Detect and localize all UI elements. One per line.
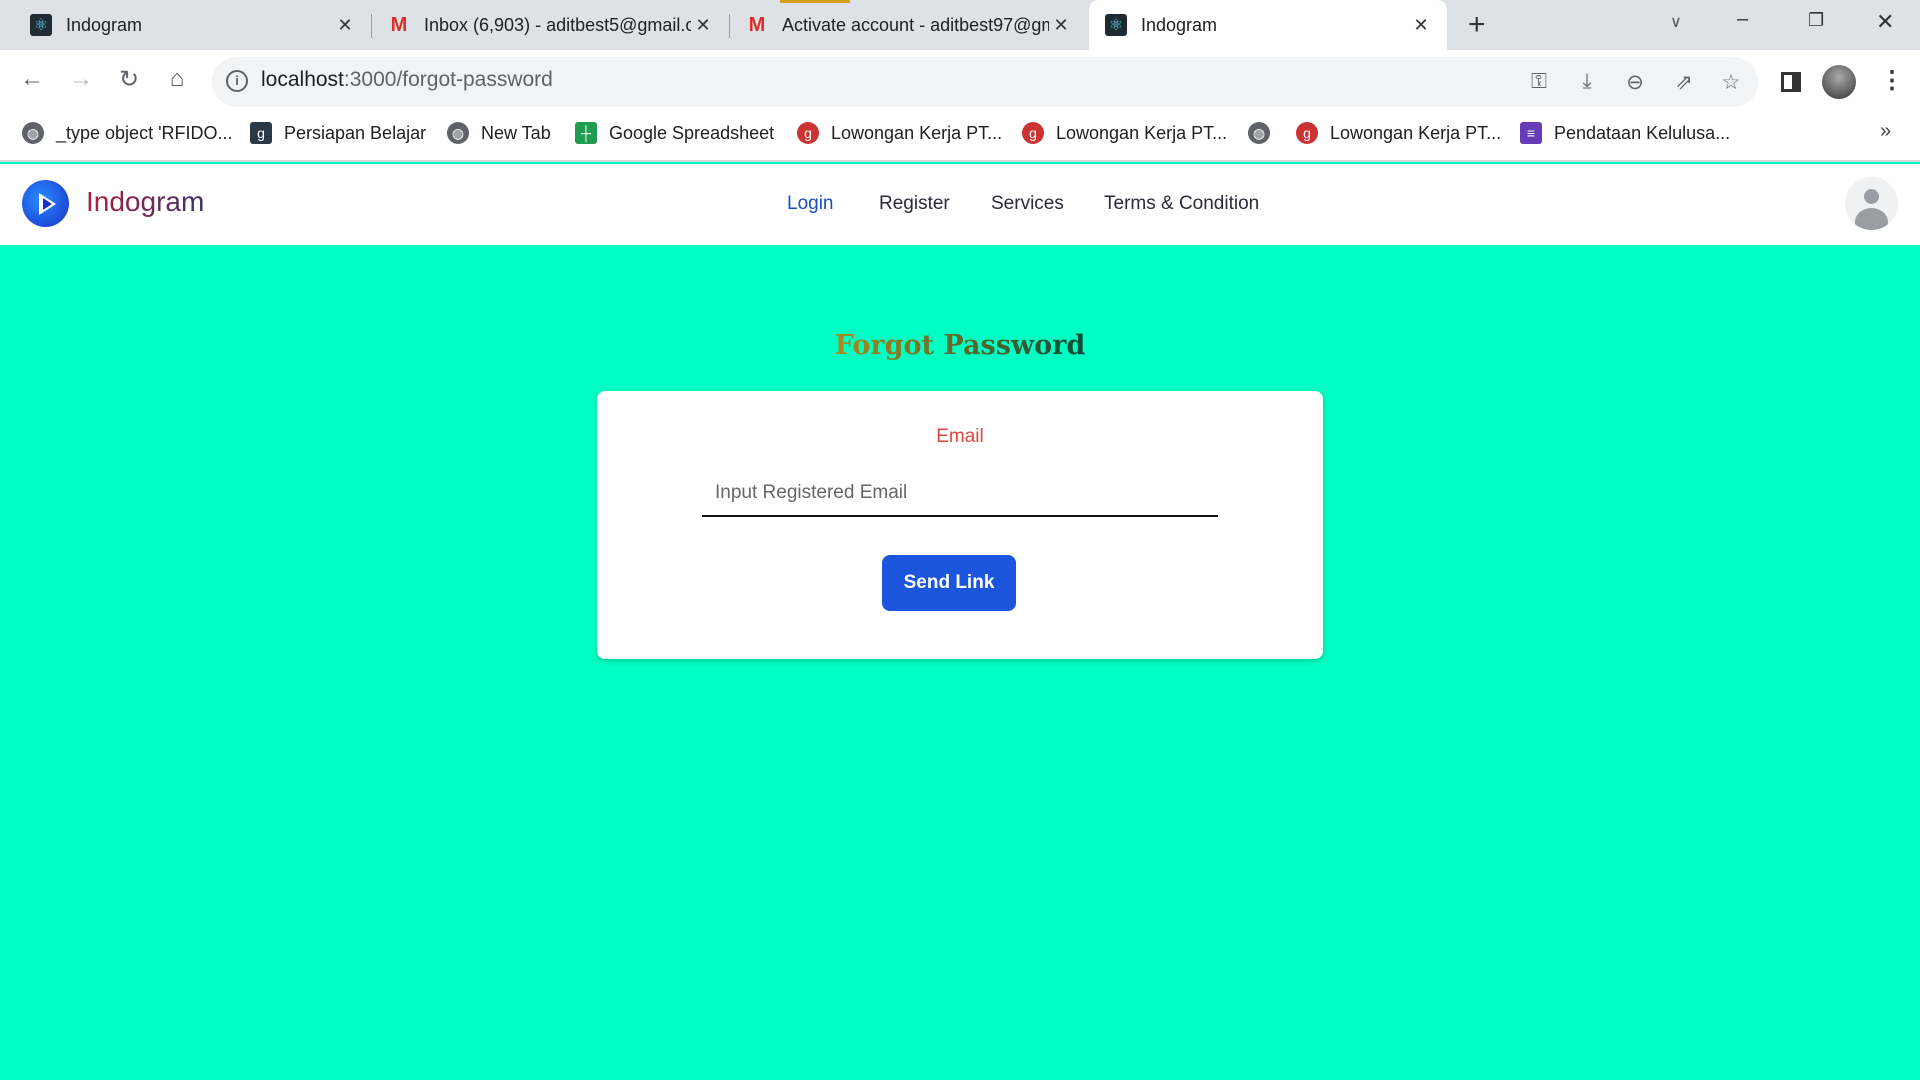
bookmark-item[interactable]: g Lowongan Kerja PT... — [797, 122, 1002, 144]
site-info-icon[interactable]: i — [226, 70, 248, 92]
nav-register[interactable]: Register — [879, 193, 950, 215]
sheets-icon: ┼ — [575, 122, 597, 144]
bookmark-item[interactable]: ┼ Google Spreadsheet — [575, 122, 774, 144]
bookmark-item[interactable]: g Lowongan Kerja PT... — [1022, 122, 1227, 144]
more-bookmarks-button[interactable]: » — [1880, 120, 1891, 143]
bookmark-label: Lowongan Kerja PT... — [1330, 122, 1502, 143]
password-key-icon[interactable]: ⚿ — [1525, 70, 1553, 94]
new-tab-button[interactable]: + — [1468, 8, 1486, 42]
close-tab-icon[interactable]: ✕ — [1049, 15, 1073, 36]
g-icon: g — [250, 122, 272, 144]
bookmark-label: Persiapan Belajar — [284, 122, 427, 143]
nav-services[interactable]: Services — [991, 193, 1064, 215]
bookmark-label: New Tab — [481, 122, 551, 143]
install-app-icon[interactable]: ⤓ — [1573, 70, 1601, 94]
home-icon[interactable]: ⌂ — [162, 65, 192, 93]
minimize-button[interactable]: – — [1737, 8, 1748, 31]
bookmark-item[interactable]: ◍ _type object 'RFIDO... — [22, 122, 233, 144]
bookmark-item[interactable]: g Persiapan Belajar — [250, 122, 426, 144]
close-tab-icon[interactable]: ✕ — [333, 15, 357, 36]
gmail-icon: M — [390, 13, 408, 36]
tab-search-chevron-icon[interactable]: ∨ — [1670, 12, 1682, 32]
glints-icon: g — [1022, 122, 1044, 144]
tab-indogram-active[interactable]: ⚛ Indogram ✕ — [1089, 0, 1447, 50]
side-panel-icon[interactable] — [1781, 72, 1801, 92]
bookmark-label: Lowongan Kerja PT... — [1056, 122, 1228, 143]
zoom-out-icon[interactable]: ⊖ — [1621, 70, 1649, 95]
bookmark-item[interactable]: ◍ New Tab — [447, 122, 551, 144]
close-window-button[interactable]: ✕ — [1876, 9, 1894, 35]
gmail-icon: M — [748, 13, 766, 36]
react-icon: ⚛ — [30, 14, 52, 36]
share-icon[interactable]: ⇗ — [1670, 70, 1698, 95]
bookmark-star-icon[interactable]: ☆ — [1717, 70, 1745, 95]
indogram-logo[interactable] — [22, 180, 69, 227]
bookmark-label: Lowongan Kerja PT... — [831, 122, 1003, 143]
restore-button[interactable]: ❐ — [1808, 10, 1824, 31]
glints-icon: g — [797, 122, 819, 144]
bookmark-item[interactable]: g Lowongan Kerja PT... — [1296, 122, 1501, 144]
tab-title: Indogram — [1141, 14, 1218, 35]
bookmark-label: _type object 'RFIDO... — [56, 122, 233, 143]
nav-terms[interactable]: Terms & Condition — [1104, 193, 1259, 215]
email-label: Email — [936, 426, 984, 447]
nav-login[interactable]: Login — [787, 193, 834, 215]
brand-name[interactable]: Indogram — [86, 186, 204, 218]
tab-title: Activate account - aditbest97@gmail.com — [782, 14, 1049, 35]
close-tab-icon[interactable]: ✕ — [691, 15, 715, 36]
url-text[interactable]: localhost:3000/forgot-password — [261, 68, 553, 92]
glints-icon: g — [1296, 122, 1318, 144]
tab-gmail-activate[interactable]: M Activate account - aditbest97@gmail.co… — [736, 0, 1081, 50]
url-path: :3000/forgot-password — [343, 68, 553, 91]
forward-icon[interactable]: → — [66, 65, 96, 93]
bookmark-item[interactable]: ≡ Pendataan Kelulusa... — [1520, 122, 1730, 144]
bookmark-label: Google Spreadsheet — [609, 122, 775, 143]
bookmark-item[interactable]: ◍ — [1248, 122, 1282, 144]
close-tab-icon[interactable]: ✕ — [1409, 15, 1433, 36]
menu-kebab-icon[interactable]: ⋮ — [1880, 66, 1904, 95]
url-host: localhost — [261, 68, 344, 91]
user-avatar-icon[interactable] — [1845, 177, 1898, 230]
back-icon[interactable]: ← — [17, 65, 47, 93]
email-input[interactable] — [702, 470, 1218, 517]
bookmark-label: Pendataan Kelulusa... — [1554, 122, 1731, 143]
tab-indogram-1[interactable]: ⚛ Indogram ✕ — [20, 0, 365, 50]
globe-icon: ◍ — [22, 122, 44, 144]
tab-gmail-inbox[interactable]: M Inbox (6,903) - aditbest5@gmail.com ✕ — [378, 0, 723, 50]
globe-icon: ◍ — [447, 122, 469, 144]
tab-title: Inbox (6,903) - aditbest5@gmail.com — [424, 14, 691, 35]
forms-icon: ≡ — [1520, 122, 1542, 144]
browser-tab-bar: ⚛ Indogram ✕ M Inbox (6,903) - aditbest5… — [0, 0, 1920, 50]
globe-icon: ◍ — [1248, 122, 1270, 144]
profile-avatar[interactable] — [1822, 65, 1856, 99]
app-navbar — [0, 164, 1920, 245]
page-title: Forgot Password — [834, 330, 1086, 361]
react-icon: ⚛ — [1105, 14, 1127, 36]
tab-title: Indogram — [66, 14, 143, 35]
reload-icon[interactable]: ↻ — [114, 65, 144, 94]
send-link-button[interactable]: Send Link — [882, 555, 1016, 611]
